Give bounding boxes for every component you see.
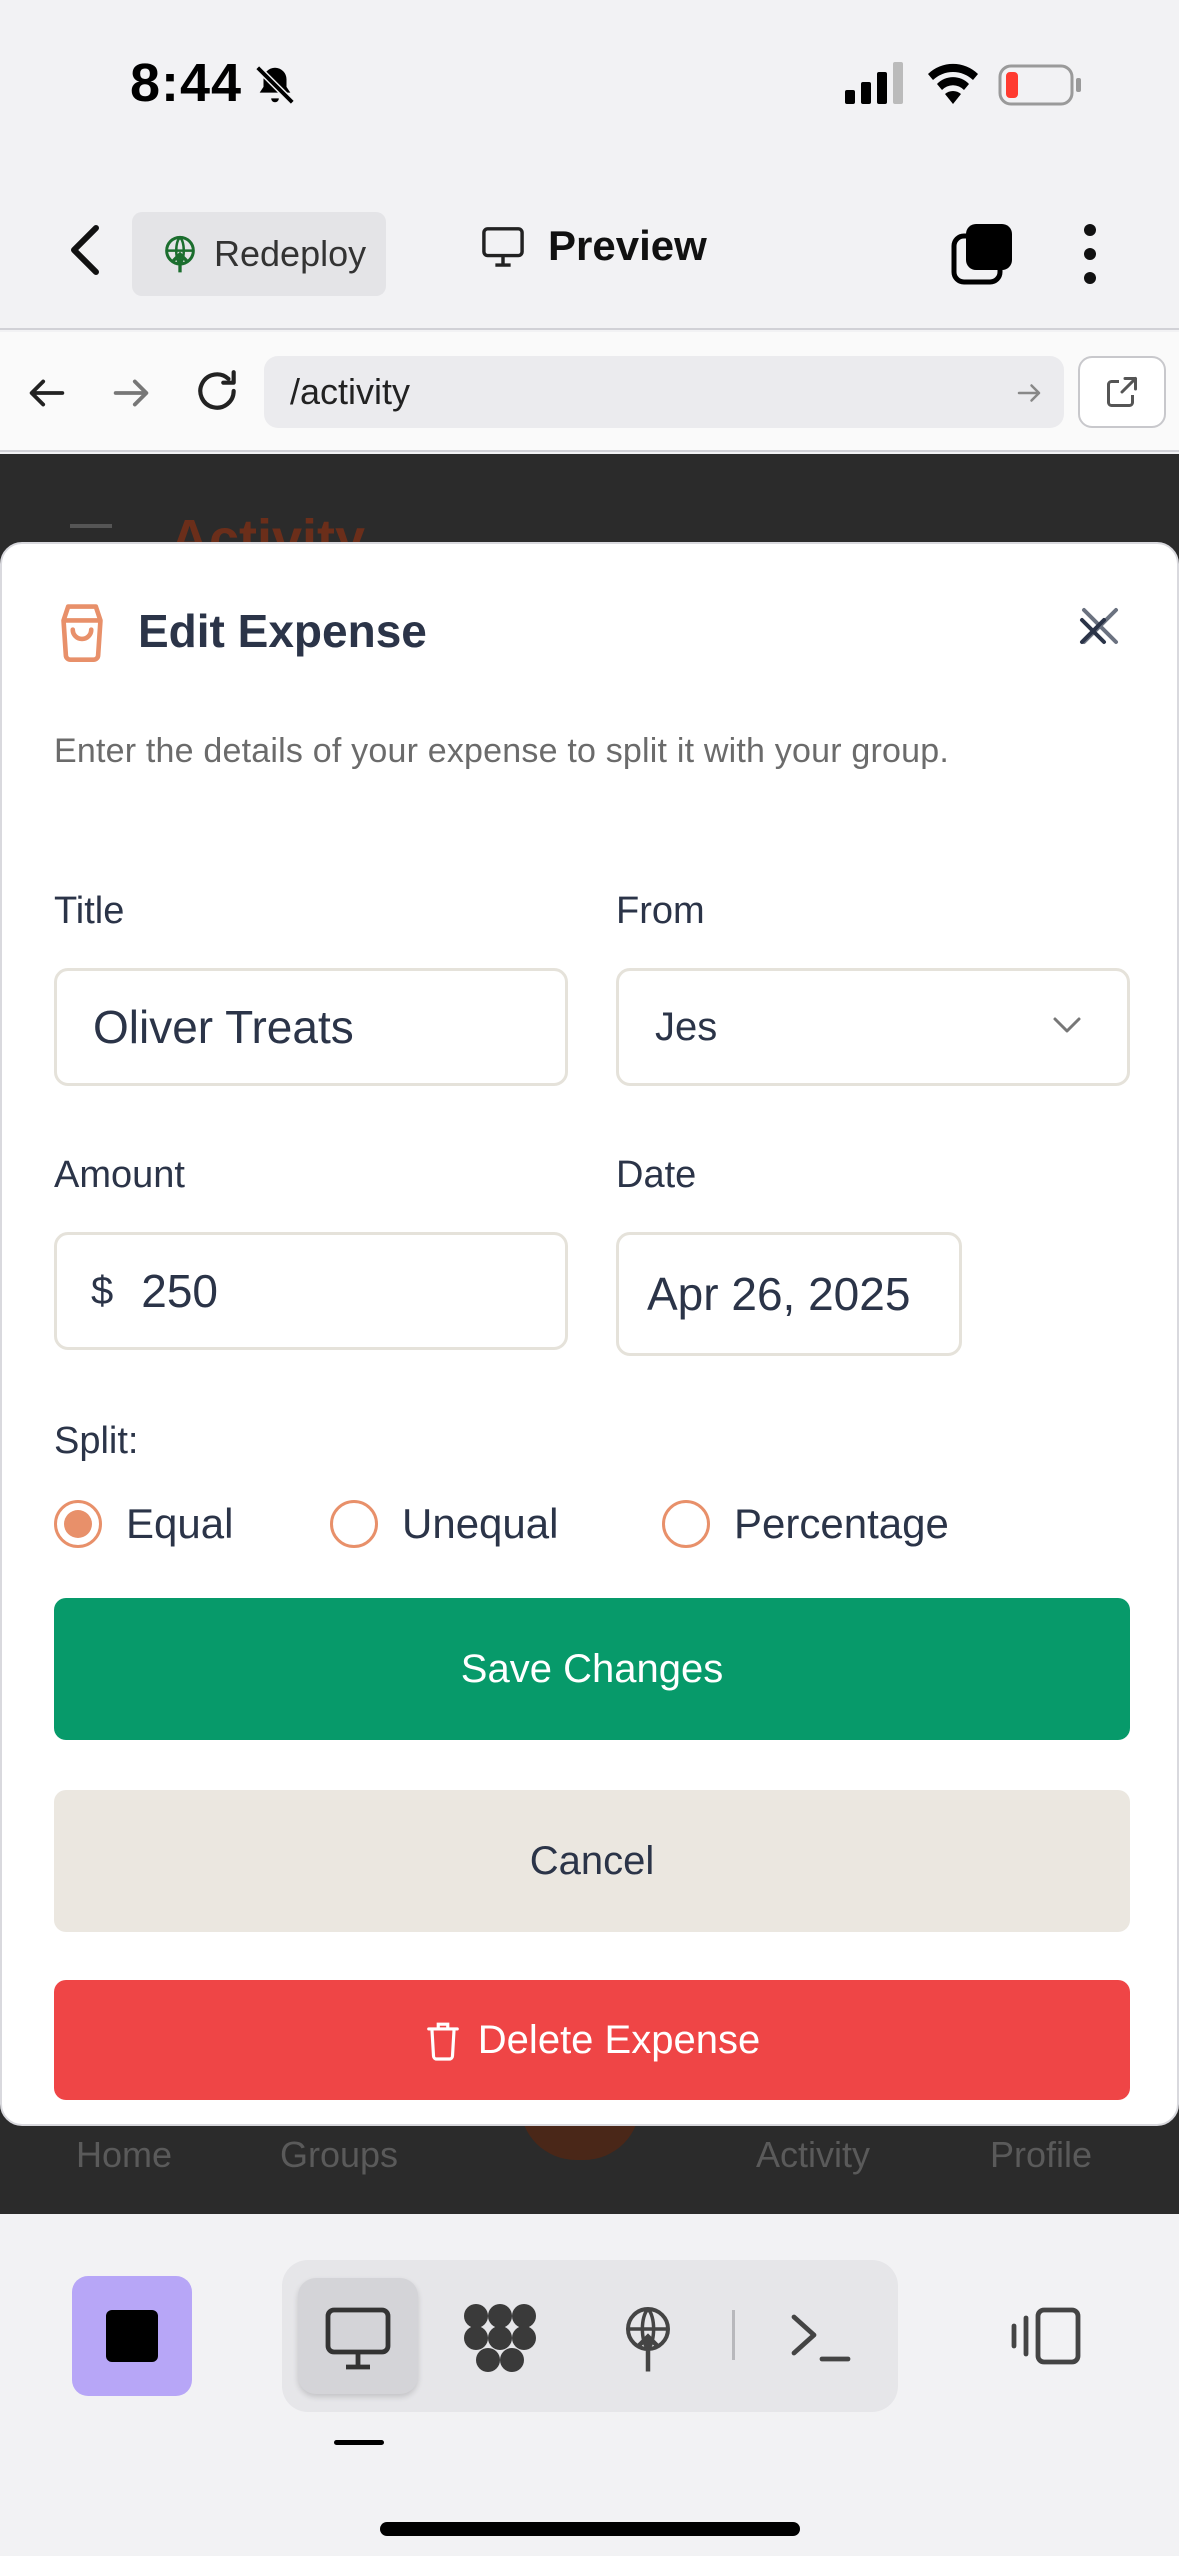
reload-icon[interactable] xyxy=(192,366,242,416)
title-value: Oliver Treats xyxy=(93,1001,354,1053)
tab-groups[interactable]: Groups xyxy=(280,2134,398,2176)
split-equal-label: Equal xyxy=(126,1500,234,1547)
amount-label: Amount xyxy=(54,1154,185,1196)
toolbar-divider xyxy=(732,2310,735,2360)
split-view-icon[interactable] xyxy=(1010,2306,1082,2366)
redeploy-label: Redeploy xyxy=(214,233,367,274)
radio-unequal[interactable] xyxy=(330,1500,378,1548)
external-link-icon xyxy=(1107,377,1137,407)
tab-home[interactable]: Home xyxy=(76,2134,172,2176)
from-value: Jes xyxy=(655,1004,718,1049)
more-options-icon[interactable] xyxy=(1070,222,1110,286)
monitor-icon xyxy=(482,227,524,267)
back-chevron-icon[interactable] xyxy=(60,220,110,280)
terminal-icon[interactable] xyxy=(788,2308,852,2366)
battery-icon xyxy=(998,64,1081,106)
radio-equal[interactable] xyxy=(54,1500,102,1548)
browser-url-row: /activity xyxy=(0,332,1179,452)
modal-title: Edit Expense xyxy=(138,605,427,657)
arrow-left-icon[interactable] xyxy=(24,370,70,416)
redeploy-button[interactable]: Redeploy xyxy=(132,212,386,296)
home-indicator xyxy=(380,2522,800,2536)
split-option-equal[interactable]: Equal xyxy=(54,1500,233,1548)
save-changes-button[interactable]: Save Changes xyxy=(54,1598,1130,1740)
arrow-right-icon[interactable] xyxy=(108,370,154,416)
app-bottom-tabs: Home Groups Activity Profile xyxy=(0,2104,1179,2214)
status-time: 8:44 xyxy=(130,53,243,113)
url-field[interactable]: /activity xyxy=(264,356,1064,428)
split-option-unequal[interactable]: Unequal xyxy=(330,1500,558,1548)
deploy-icon xyxy=(165,235,195,273)
delete-expense-label: Delete Expense xyxy=(477,2017,761,2062)
split-option-percentage[interactable]: Percentage xyxy=(662,1500,949,1548)
title-label: Title xyxy=(54,890,125,932)
tab-activity[interactable]: Activity xyxy=(756,2134,870,2176)
shopping-bag-icon xyxy=(61,604,103,662)
open-external-button[interactable] xyxy=(1078,356,1166,428)
from-label: From xyxy=(616,890,705,932)
date-value: Apr 26, 2025 xyxy=(647,1268,911,1320)
amount-input[interactable]: $ 250 xyxy=(54,1232,568,1350)
url-text: /activity xyxy=(290,371,411,412)
cellular-signal-icon xyxy=(845,62,903,104)
menu-icon xyxy=(70,524,112,528)
radio-selected-dot xyxy=(64,1510,92,1538)
split-label: Split: xyxy=(54,1420,139,1462)
split-unequal-label: Unequal xyxy=(402,1500,559,1547)
split-percentage-label: Percentage xyxy=(734,1500,949,1547)
selected-tab-indicator xyxy=(334,2440,384,2445)
bottom-toolbar xyxy=(0,2214,1179,2556)
monitor-icon[interactable] xyxy=(322,2304,394,2370)
tabs-stack-icon[interactable] xyxy=(950,222,1014,286)
title-input[interactable]: Oliver Treats xyxy=(54,968,568,1086)
chevron-down-icon xyxy=(1053,1017,1081,1033)
modal-description: Enter the details of your expense to spl… xyxy=(54,732,949,770)
currency-symbol: $ xyxy=(91,1268,114,1313)
cluster-icon[interactable] xyxy=(462,2302,538,2372)
status-bar: 8:44 xyxy=(0,0,1179,170)
preview-label: Preview xyxy=(548,222,707,269)
app-header: Redeploy Preview xyxy=(0,170,1179,330)
stop-button[interactable] xyxy=(72,2276,192,2396)
bell-off-icon xyxy=(255,65,295,105)
stop-icon xyxy=(106,2310,158,2362)
wifi-icon xyxy=(928,63,978,104)
deploy-icon[interactable] xyxy=(618,2302,678,2376)
edit-expense-modal: Edit Expense Enter the details of your e… xyxy=(0,542,1179,2126)
tool-switcher xyxy=(282,2260,898,2412)
date-label: Date xyxy=(616,1154,697,1196)
close-icon[interactable] xyxy=(1074,600,1124,660)
go-arrow-icon[interactable] xyxy=(1014,378,1044,408)
amount-value: 250 xyxy=(141,1265,218,1317)
trash-icon xyxy=(426,2022,459,2061)
cancel-button[interactable]: Cancel xyxy=(54,1790,1130,1932)
preview-tab[interactable]: Preview xyxy=(480,222,707,270)
delete-expense-button[interactable]: Delete Expense xyxy=(54,1980,1130,2100)
tab-profile[interactable]: Profile xyxy=(990,2134,1092,2176)
from-select[interactable]: Jes xyxy=(616,968,1130,1086)
date-input[interactable]: Apr 26, 2025 xyxy=(616,1232,962,1356)
radio-percentage[interactable] xyxy=(662,1500,710,1548)
